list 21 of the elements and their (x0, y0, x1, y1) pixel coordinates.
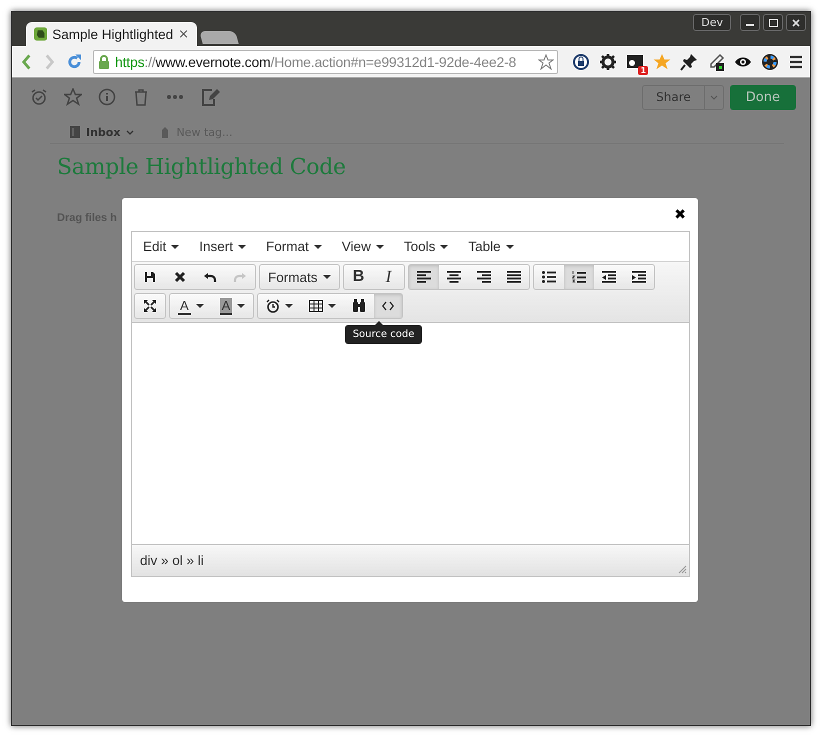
menu-item[interactable]: Tools (396, 239, 456, 254)
notification-badge: 1 (638, 66, 648, 74)
tab-title: Sample Hightlighted (52, 26, 174, 42)
close-icon[interactable]: × (178, 26, 189, 42)
menu-item[interactable]: Insert (191, 239, 254, 254)
menu-item[interactable]: Edit (135, 239, 188, 254)
text-color-button[interactable]: A (170, 294, 212, 318)
url-text: https://www.evernote.com/Home.action#n=e99312d1-92de-4ee2-8 (115, 54, 516, 70)
bold-button[interactable]: B (344, 265, 374, 289)
note-title: Sample Hightlighted Code (56, 154, 347, 180)
menu-item[interactable]: Format (258, 239, 330, 254)
browser-tab[interactable]: Sample Hightlighted × (26, 22, 197, 46)
menu-item[interactable]: View (334, 239, 392, 254)
menu-item[interactable]: Table (460, 239, 522, 254)
italic-button[interactable]: I (374, 265, 404, 289)
background-color-button[interactable]: A (212, 294, 254, 318)
close-button[interactable]: ✖ (674, 206, 686, 222)
formats-dropdown[interactable]: Formats (260, 265, 339, 289)
element-path: div » ol » li (140, 553, 204, 568)
address-bar[interactable]: https://www.evernote.com/Home.action#n=e99312d1-92de-4ee2-8 (93, 50, 558, 74)
profile-button[interactable]: Dev (693, 14, 731, 31)
